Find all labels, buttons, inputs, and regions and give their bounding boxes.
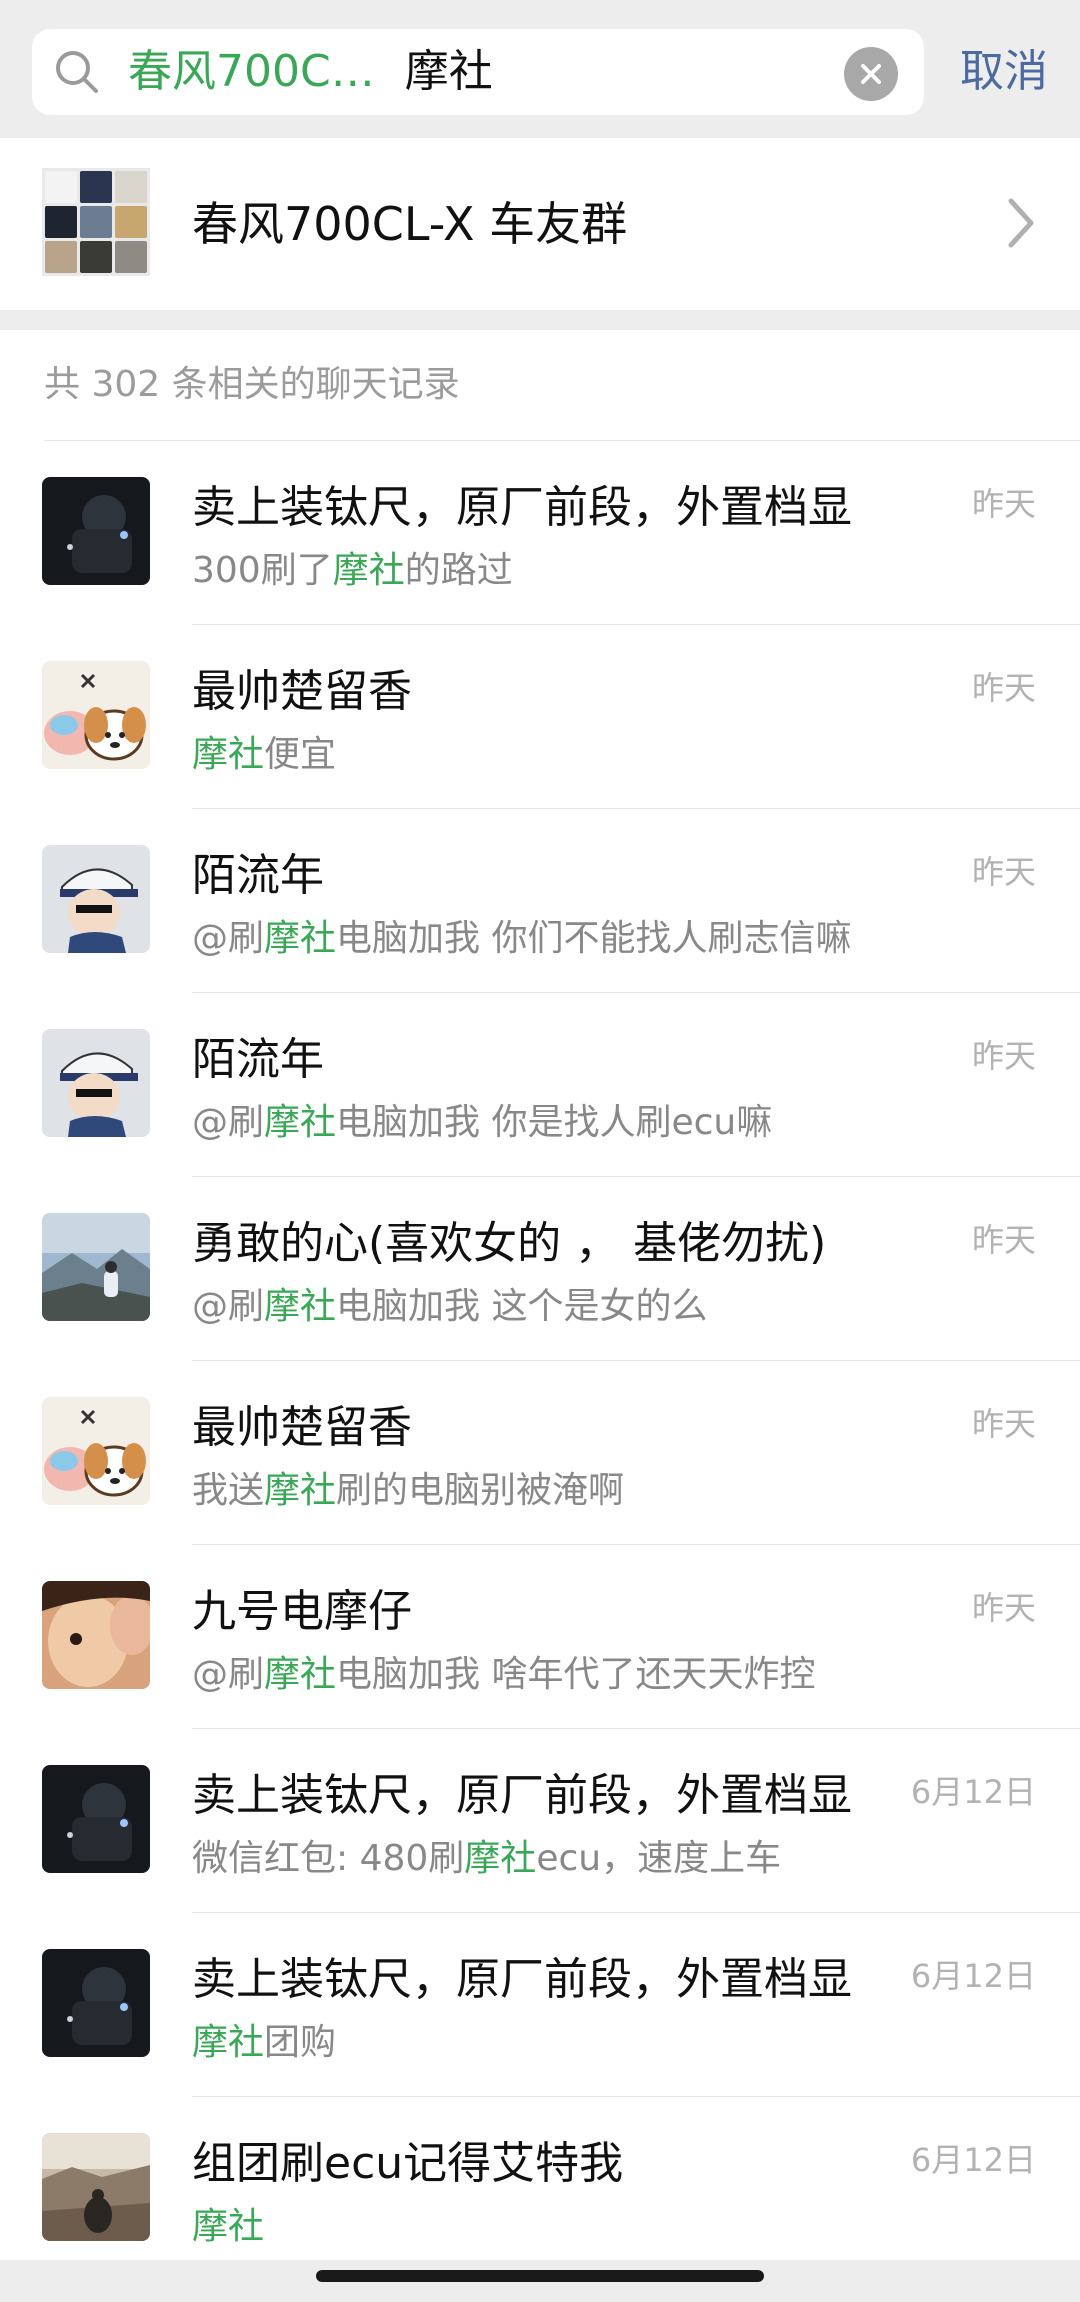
chevron-right-icon xyxy=(1008,198,1034,248)
keyword-highlight: 摩社 xyxy=(264,1654,337,1695)
timestamp: 昨天 xyxy=(971,1037,1036,1075)
message-suffix: 的路过 xyxy=(404,550,513,591)
timestamp: 昨天 xyxy=(971,485,1036,523)
close-icon xyxy=(861,64,881,84)
search-query[interactable]: 摩社 xyxy=(405,46,493,97)
keyword-highlight: 摩社 xyxy=(264,1102,337,1143)
sender-name: 卖上装钛尺，原厂前段，外置档显 xyxy=(192,1954,852,2005)
avatar xyxy=(42,1581,150,1689)
sender-name: 组团刷ecu记得艾特我 xyxy=(192,2138,624,2189)
timestamp: 6月12日 xyxy=(910,2141,1036,2179)
avatar xyxy=(42,845,150,953)
keyword-highlight: 摩社 xyxy=(264,1286,337,1327)
message-prefix: @刷 xyxy=(192,1102,265,1143)
message-snippet: 微信红包: 480刷摩社ecu，速度上车 xyxy=(192,1829,781,1881)
message-prefix: 我送 xyxy=(192,1470,265,1511)
search-header: 春风700C… 摩社 取消 xyxy=(0,0,1080,138)
message-prefix: 微信红包: 480刷 xyxy=(192,1838,465,1879)
chat-record-item[interactable]: 卖上装钛尺，原厂前段，外置档显 摩社团购 6月12日 xyxy=(0,1913,1080,2097)
sender-name: 九号电摩仔 xyxy=(192,1586,412,1637)
keyword-highlight: 摩社 xyxy=(192,2022,265,2063)
search-filter-tag[interactable]: 春风700C… xyxy=(128,46,375,97)
keyword-highlight: 摩社 xyxy=(464,1838,537,1879)
chat-records-section: 共 302 条相关的聊天记录 卖上装钛尺，原厂前段，外置档显 300刷了摩社的路过… xyxy=(0,330,1080,2260)
message-prefix: @刷 xyxy=(192,1654,265,1695)
keyword-highlight: 摩社 xyxy=(192,2206,265,2247)
message-snippet: 摩社便宜 xyxy=(192,725,336,777)
keyword-highlight: 摩社 xyxy=(332,550,405,591)
message-snippet: 摩社 xyxy=(192,2197,264,2249)
timestamp: 6月12日 xyxy=(910,1773,1036,1811)
search-input[interactable]: 春风700C… 摩社 xyxy=(32,29,924,115)
message-snippet: 300刷了摩社的路过 xyxy=(192,541,513,593)
clear-search-button[interactable] xyxy=(844,47,898,101)
avatar xyxy=(42,1029,150,1137)
message-snippet: @刷摩社电脑加我 啥年代了还天天炸控 xyxy=(192,1645,815,1697)
message-suffix: 电脑加我 这个是女的么 xyxy=(336,1286,708,1327)
message-suffix: 电脑加我 啥年代了还天天炸控 xyxy=(336,1654,816,1695)
chat-record-item[interactable]: 陌流年 @刷摩社电脑加我 你们不能找人刷志信嘛 昨天 xyxy=(0,809,1080,993)
sender-name: 卖上装钛尺，原厂前段，外置档显 xyxy=(192,482,852,533)
search-icon xyxy=(56,51,98,93)
message-suffix: 电脑加我 你是找人刷ecu嘛 xyxy=(336,1102,773,1143)
cancel-button[interactable]: 取消 xyxy=(960,29,1048,115)
chat-record-item[interactable]: 最帅楚留香摩社便宜 昨天 xyxy=(0,625,1080,809)
home-indicator xyxy=(316,2270,764,2282)
timestamp: 昨天 xyxy=(971,1589,1036,1627)
avatar xyxy=(42,1765,150,1873)
sender-name: 陌流年 xyxy=(192,850,324,901)
sender-name: 勇敢的心(喜欢女的 ， 基佬勿扰) xyxy=(192,1218,827,1269)
timestamp: 昨天 xyxy=(971,1405,1036,1443)
sender-name: 陌流年 xyxy=(192,1034,324,1085)
message-suffix: 刷的电脑别被淹啊 xyxy=(336,1470,625,1511)
message-prefix: @刷 xyxy=(192,918,265,959)
sender-name: 卖上装钛尺，原厂前段，外置档显 xyxy=(192,1770,852,1821)
message-snippet: @刷摩社电脑加我 这个是女的么 xyxy=(192,1277,707,1329)
message-prefix: @刷 xyxy=(192,1286,265,1327)
message-snippet: 我送摩社刷的电脑别被淹啊 xyxy=(192,1461,624,1513)
chat-record-item[interactable]: 最帅楚留香我送摩社刷的电脑别被淹啊 昨天 xyxy=(0,1361,1080,1545)
group-avatar xyxy=(42,168,150,276)
timestamp: 昨天 xyxy=(971,669,1036,707)
message-snippet: 摩社团购 xyxy=(192,2013,336,2065)
message-snippet: @刷摩社电脑加我 你们不能找人刷志信嘛 xyxy=(192,909,851,961)
chat-record-item[interactable]: 组团刷ecu记得艾特我摩社 6月12日 xyxy=(0,2097,1080,2281)
sender-name: 最帅楚留香 xyxy=(192,1402,412,1453)
avatar xyxy=(42,661,150,769)
chat-record-item[interactable]: 卖上装钛尺，原厂前段，外置档显 300刷了摩社的路过 昨天 xyxy=(0,441,1080,625)
group-name: 春风700CL-X 车友群 xyxy=(192,197,628,251)
message-suffix: 电脑加我 你们不能找人刷志信嘛 xyxy=(336,918,852,959)
avatar xyxy=(42,1397,150,1505)
timestamp: 昨天 xyxy=(971,1221,1036,1259)
message-suffix: ecu，速度上车 xyxy=(536,1838,782,1879)
keyword-highlight: 摩社 xyxy=(192,734,265,775)
chat-record-item[interactable]: 勇敢的心(喜欢女的 ， 基佬勿扰) @刷摩社电脑加我 这个是女的么 昨天 xyxy=(0,1177,1080,1361)
records-count-label: 共 302 条相关的聊天记录 xyxy=(44,364,460,405)
avatar xyxy=(42,477,150,585)
chat-record-item[interactable]: 卖上装钛尺，原厂前段，外置档显 微信红包: 480刷摩社ecu，速度上车 6月12日 xyxy=(0,1729,1080,1913)
chat-record-item[interactable]: 陌流年 @刷摩社电脑加我 你是找人刷ecu嘛 昨天 xyxy=(0,993,1080,1177)
keyword-highlight: 摩社 xyxy=(264,918,337,959)
keyword-highlight: 摩社 xyxy=(264,1470,337,1511)
avatar xyxy=(42,1949,150,2057)
timestamp: 6月12日 xyxy=(910,1957,1036,1995)
message-snippet: @刷摩社电脑加我 你是找人刷ecu嘛 xyxy=(192,1093,772,1145)
avatar xyxy=(42,2133,150,2241)
sender-name: 最帅楚留香 xyxy=(192,666,412,717)
message-suffix: 便宜 xyxy=(264,734,337,775)
group-result-item[interactable]: 春风700CL-X 车友群 xyxy=(0,138,1080,310)
timestamp: 昨天 xyxy=(971,853,1036,891)
message-suffix: 团购 xyxy=(264,2022,337,2063)
avatar xyxy=(42,1213,150,1321)
message-prefix: 300刷了 xyxy=(192,550,333,591)
chat-record-item[interactable]: 九号电摩仔 @刷摩社电脑加我 啥年代了还天天炸控 昨天 xyxy=(0,1545,1080,1729)
